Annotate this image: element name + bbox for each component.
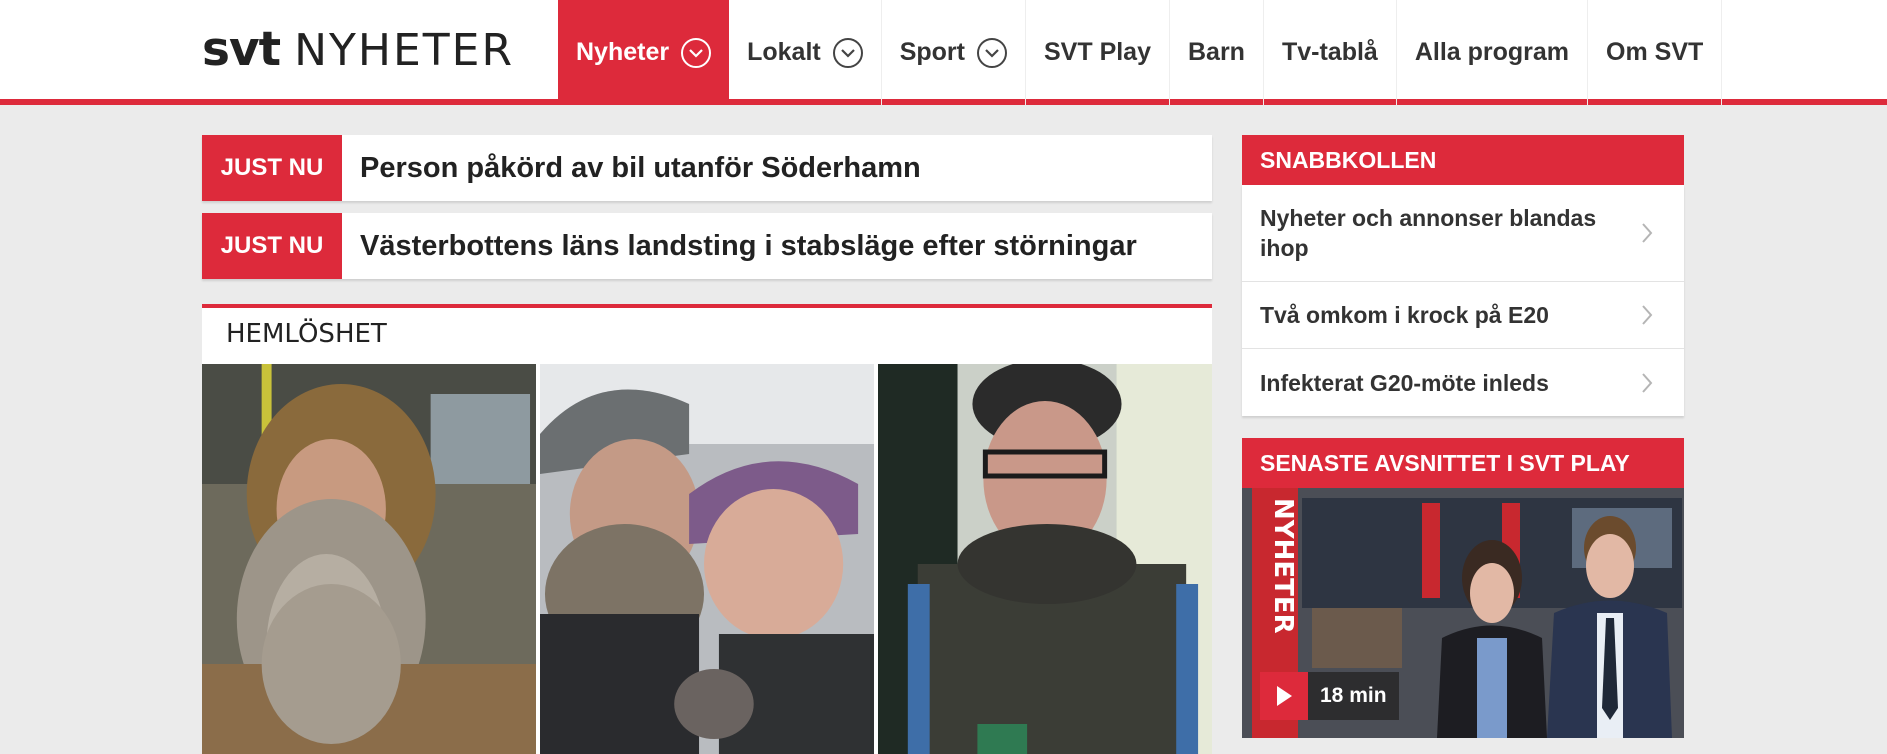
chevron-down-icon[interactable] bbox=[977, 37, 1007, 68]
breaking-news-item[interactable]: JUST NU Västerbottens läns landsting i s… bbox=[202, 213, 1212, 279]
snabbkollen-header: SNABBKOLLEN bbox=[1242, 135, 1684, 185]
nav-item-lokalt[interactable]: Lokalt bbox=[729, 0, 882, 105]
svt-nyheter-logo[interactable]: svt NYHETER bbox=[202, 22, 515, 77]
nav-item-svt-play[interactable]: SVT Play bbox=[1026, 0, 1170, 105]
topic-title[interactable]: HEMLÖSHET bbox=[202, 308, 1212, 360]
nav-label: Alla program bbox=[1414, 38, 1570, 66]
breaking-headline[interactable]: Person påkörd av bil utanför Söderhamn bbox=[342, 152, 921, 185]
svt-play-thumbnail[interactable]: NYHETER 18 min bbox=[1242, 488, 1684, 738]
chevron-right-icon bbox=[1642, 223, 1653, 243]
play-icon[interactable] bbox=[1260, 672, 1308, 720]
just-nu-badge: JUST NU bbox=[202, 213, 342, 279]
chevron-right-icon bbox=[1642, 372, 1653, 393]
list-item-label: Infekterat G20-möte inleds bbox=[1260, 369, 1549, 396]
main-nav: Nyheter Lokalt Sport SVT Play Barn Tv-ta… bbox=[558, 0, 1723, 105]
just-nu-badge: JUST NU bbox=[202, 135, 342, 201]
list-item[interactable]: Nyheter och annonser blandas ihop bbox=[1242, 185, 1684, 282]
nav-label: Om SVT bbox=[1606, 38, 1704, 66]
snabbkollen-list: Nyheter och annonser blandas ihop Två om… bbox=[1242, 185, 1684, 416]
nav-item-tv-tabla[interactable]: Tv-tablå bbox=[1264, 0, 1397, 105]
nav-item-nyheter[interactable]: Nyheter bbox=[558, 0, 730, 105]
nav-item-barn[interactable]: Barn bbox=[1170, 0, 1264, 105]
photo-couple[interactable] bbox=[540, 364, 874, 754]
logo-section: NYHETER bbox=[294, 25, 515, 76]
list-item[interactable]: Infekterat G20-möte inleds bbox=[1242, 349, 1684, 416]
chevron-right-icon bbox=[1642, 305, 1653, 325]
video-duration: 18 min bbox=[1320, 684, 1387, 707]
nav-item-sport[interactable]: Sport bbox=[882, 0, 1026, 105]
nav-label: Tv-tablå bbox=[1281, 38, 1378, 66]
breaking-news-item[interactable]: JUST NU Person påkörd av bil utanför Söd… bbox=[202, 135, 1212, 201]
svt-play-header: SENASTE AVSNITTET I SVT PLAY bbox=[1242, 438, 1684, 488]
list-item[interactable]: Två omkom i krock på E20 bbox=[1242, 282, 1684, 349]
nav-item-alla-program[interactable]: Alla program bbox=[1397, 0, 1589, 105]
list-item-label: Nyheter och annonser blandas ihop bbox=[1260, 205, 1597, 261]
nav-item-om-svt[interactable]: Om SVT bbox=[1588, 0, 1723, 105]
topic-block: HEMLÖSHET bbox=[202, 304, 1212, 754]
photo-bearded-man[interactable] bbox=[202, 364, 536, 754]
nav-label: SVT Play bbox=[1044, 38, 1151, 66]
chevron-down-icon[interactable] bbox=[832, 37, 863, 68]
nav-label: Barn bbox=[1188, 38, 1245, 66]
studio-sign-text: NYHETER bbox=[1268, 498, 1298, 634]
play-badge[interactable]: 18 min bbox=[1260, 672, 1399, 720]
photo-strip bbox=[202, 364, 1212, 754]
breaking-headline[interactable]: Västerbottens läns landsting i stabsläge… bbox=[342, 230, 1137, 263]
nav-label: Sport bbox=[899, 38, 965, 66]
nav-label: Lokalt bbox=[747, 38, 821, 66]
photo-man-with-glasses[interactable] bbox=[878, 364, 1212, 754]
chevron-down-icon[interactable] bbox=[681, 37, 712, 68]
nav-label: Nyheter bbox=[576, 38, 670, 66]
logo-brand: svt bbox=[202, 22, 281, 77]
list-item-label: Två omkom i krock på E20 bbox=[1260, 302, 1549, 328]
site-header: svt NYHETER Nyheter Lokalt Sport SVT Pla… bbox=[0, 0, 1887, 105]
